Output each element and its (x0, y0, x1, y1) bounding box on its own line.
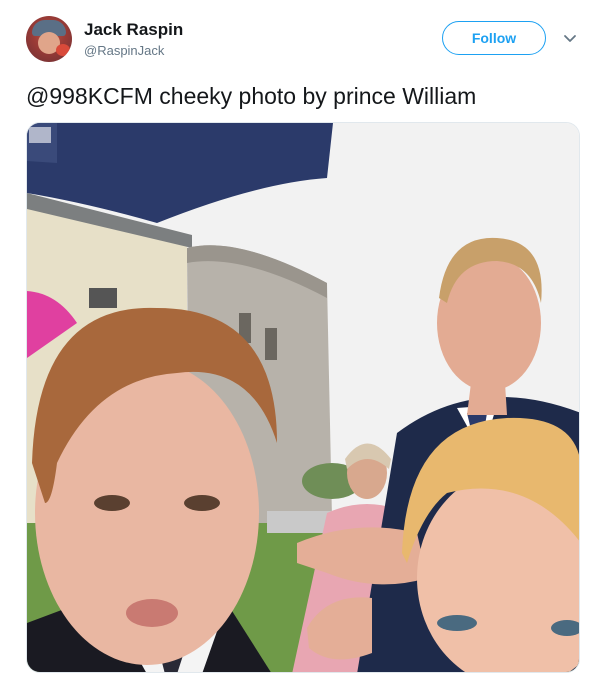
tweet-card: Jack Raspin @RaspinJack Follow @998KCFM … (0, 0, 599, 686)
tweet-text: @998KCFM cheeky photo by prince William (26, 83, 477, 109)
photo-illustration (27, 123, 579, 672)
user-handle[interactable]: @RaspinJack (84, 43, 164, 58)
tweet-photo[interactable] (26, 122, 580, 673)
user-name[interactable]: Jack Raspin (84, 20, 183, 40)
chevron-down-icon[interactable] (562, 30, 578, 46)
user-avatar[interactable] (26, 16, 72, 62)
avatar-splash (56, 44, 70, 56)
follow-button[interactable]: Follow (442, 21, 546, 55)
